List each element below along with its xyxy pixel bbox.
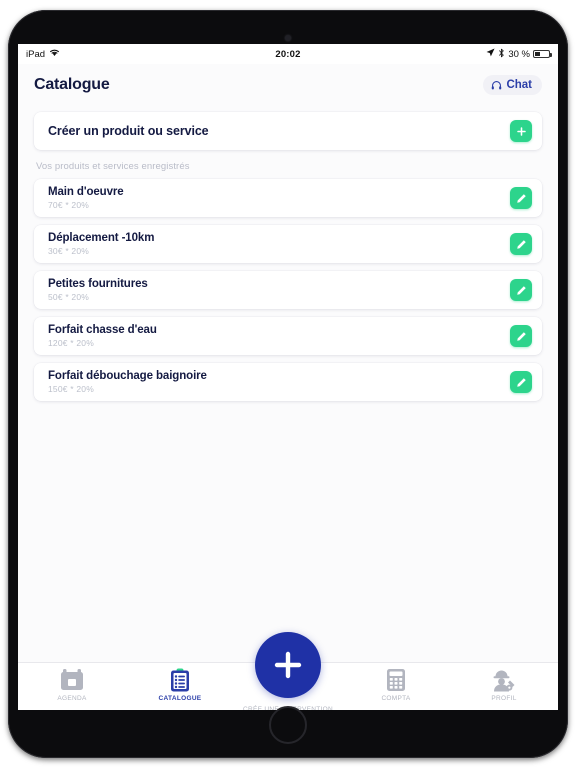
product-info: Main d'oeuvre 70€ * 20% — [48, 186, 124, 210]
product-name: Forfait débouchage baignoire — [48, 370, 207, 382]
chat-button-label: Chat — [506, 79, 532, 91]
tab-profil[interactable]: PROFIL — [450, 663, 558, 703]
product-list: Main d'oeuvre 70€ * 20% Déplacement -10km 3… — [34, 179, 542, 401]
product-name: Petites fournitures — [48, 278, 148, 290]
page-title: Catalogue — [34, 76, 110, 93]
product-name: Main d'oeuvre — [48, 186, 124, 198]
worker-icon — [491, 668, 517, 692]
product-price: 30€ * 20% — [48, 246, 90, 256]
status-bar-time: 20:02 — [275, 48, 301, 60]
add-product-button[interactable] — [510, 120, 532, 142]
product-info: Forfait chasse d'eau 120€ * 20% — [48, 324, 157, 348]
front-camera — [285, 35, 291, 41]
tab-label: COMPTA — [381, 695, 411, 702]
create-intervention-fab[interactable] — [255, 632, 321, 698]
product-name: Déplacement -10km — [48, 232, 155, 244]
product-price: 150€ * 20% — [48, 384, 94, 394]
edit-product-button[interactable] — [510, 187, 532, 209]
battery-icon — [533, 50, 552, 58]
status-bar: iPad 20:02 30 % — [18, 44, 558, 64]
edit-product-button[interactable] — [510, 371, 532, 393]
clipboard-icon — [167, 668, 193, 692]
product-row[interactable]: Main d'oeuvre 70€ * 20% — [34, 179, 542, 217]
calendar-icon — [59, 668, 85, 692]
product-info: Petites fournitures 50€ * 20% — [48, 278, 148, 302]
bluetooth-icon — [498, 48, 505, 61]
ipad-screen: iPad 20:02 30 % Catalogue Chat Créer un … — [18, 44, 558, 710]
tab-label: PROFIL — [491, 695, 517, 702]
ipad-device-frame: iPad 20:02 30 % Catalogue Chat Créer un … — [8, 10, 568, 758]
calculator-icon — [384, 668, 408, 692]
location-arrow-icon — [486, 48, 495, 60]
section-label: Vos produits et services enregistrés — [36, 161, 190, 172]
create-product-card[interactable]: Créer un produit ou service — [34, 112, 542, 150]
bottom-tab-bar: AGENDA CATALOGUE CRÉE UNE INTERVENTION COMP… — [18, 632, 558, 710]
battery-percent-label: 30 % — [508, 48, 530, 60]
chat-button[interactable]: Chat — [483, 75, 542, 95]
tab-cr-e-une-intervention[interactable]: CRÉE UNE INTERVENTION — [234, 632, 342, 710]
product-price: 120€ * 20% — [48, 338, 94, 348]
product-row[interactable]: Forfait chasse d'eau 120€ * 20% — [34, 317, 542, 355]
product-info: Déplacement -10km 30€ * 20% — [48, 232, 154, 256]
app-header: Catalogue Chat — [18, 64, 558, 106]
product-row[interactable]: Petites fournitures 50€ * 20% — [34, 271, 542, 309]
edit-product-button[interactable] — [510, 233, 532, 255]
content-area: Créer un produit ou service Vos produits… — [18, 106, 558, 662]
product-row[interactable]: Déplacement -10km 30€ * 20% — [34, 225, 542, 263]
tab-label: AGENDA — [57, 695, 87, 702]
product-info: Forfait débouchage baignoire 150€ * 20% — [48, 370, 207, 394]
tab-catalogue[interactable]: CATALOGUE — [126, 663, 234, 703]
tab-label: CATALOGUE — [158, 695, 202, 702]
product-price: 50€ * 20% — [48, 292, 90, 302]
tab-compta[interactable]: COMPTA — [342, 663, 450, 703]
product-row[interactable]: Forfait débouchage baignoire 150€ * 20% — [34, 363, 542, 401]
home-button[interactable] — [269, 706, 307, 744]
edit-product-button[interactable] — [510, 279, 532, 301]
app-root: Catalogue Chat Créer un produit ou servi… — [18, 64, 558, 710]
headset-icon — [491, 80, 502, 91]
product-name: Forfait chasse d'eau — [48, 324, 157, 336]
product-price: 70€ * 20% — [48, 200, 90, 210]
tab-agenda[interactable]: AGENDA — [18, 663, 126, 703]
create-product-label: Créer un produit ou service — [48, 124, 209, 138]
status-bar-right: 30 % — [486, 48, 552, 61]
edit-product-button[interactable] — [510, 325, 532, 347]
